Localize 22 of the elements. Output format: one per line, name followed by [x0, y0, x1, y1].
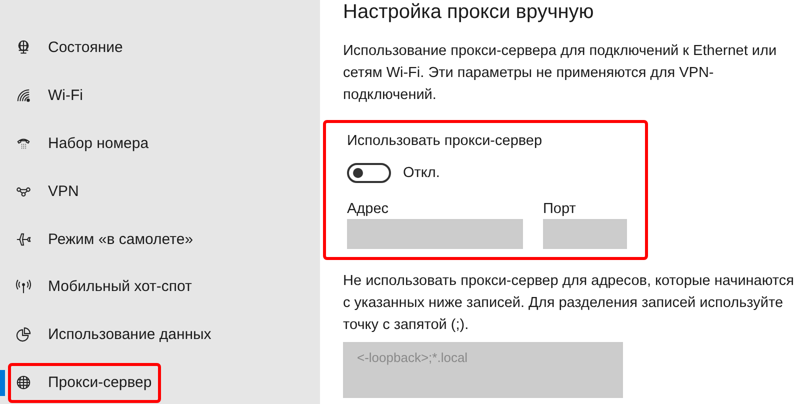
field-label: Порт [543, 200, 577, 219]
setting-label: Использовать прокси-сервер [347, 132, 544, 151]
sidebar-item[interactable]: Использование данных [0, 310, 320, 359]
wifi-icon [16, 88, 31, 104]
toggle-state-text: Откл. [403, 164, 440, 183]
hotspot-icon [16, 279, 31, 294]
sidebar-item[interactable]: Прокси-сервер [0, 358, 320, 404]
airplane-icon [16, 232, 31, 247]
sidebar-item[interactable]: Wi-Fi [0, 72, 320, 120]
description-text: Не использовать прокси-сервер для адресов, которые начинаются с указанных ниже записей. Для разделения записей используйте точку с запятой (;). [343, 272, 796, 335]
toggle-switch[interactable] [347, 163, 391, 183]
sidebar-item[interactable]: VPN [0, 167, 320, 216]
sidebar-item[interactable]: Набор номера [0, 120, 320, 168]
field-label: Адрес [347, 200, 390, 219]
monitor-globe-icon [16, 40, 31, 56]
section-title: Настройка прокси вручную [343, 0, 595, 24]
sidebar-item[interactable]: Режим «в самолете» [0, 215, 320, 263]
sidebar-item[interactable]: Состояние [0, 24, 320, 72]
globe-icon [16, 374, 31, 390]
sidebar-item[interactable]: Мобильный хот-спот [0, 262, 320, 311]
description-text: Использование прокси-сервера для подключений к Ethernet или сетям Wi-Fi. Эти параметры не применяются для VPN-подключений. [343, 42, 778, 105]
pie-chart-icon [16, 327, 31, 342]
